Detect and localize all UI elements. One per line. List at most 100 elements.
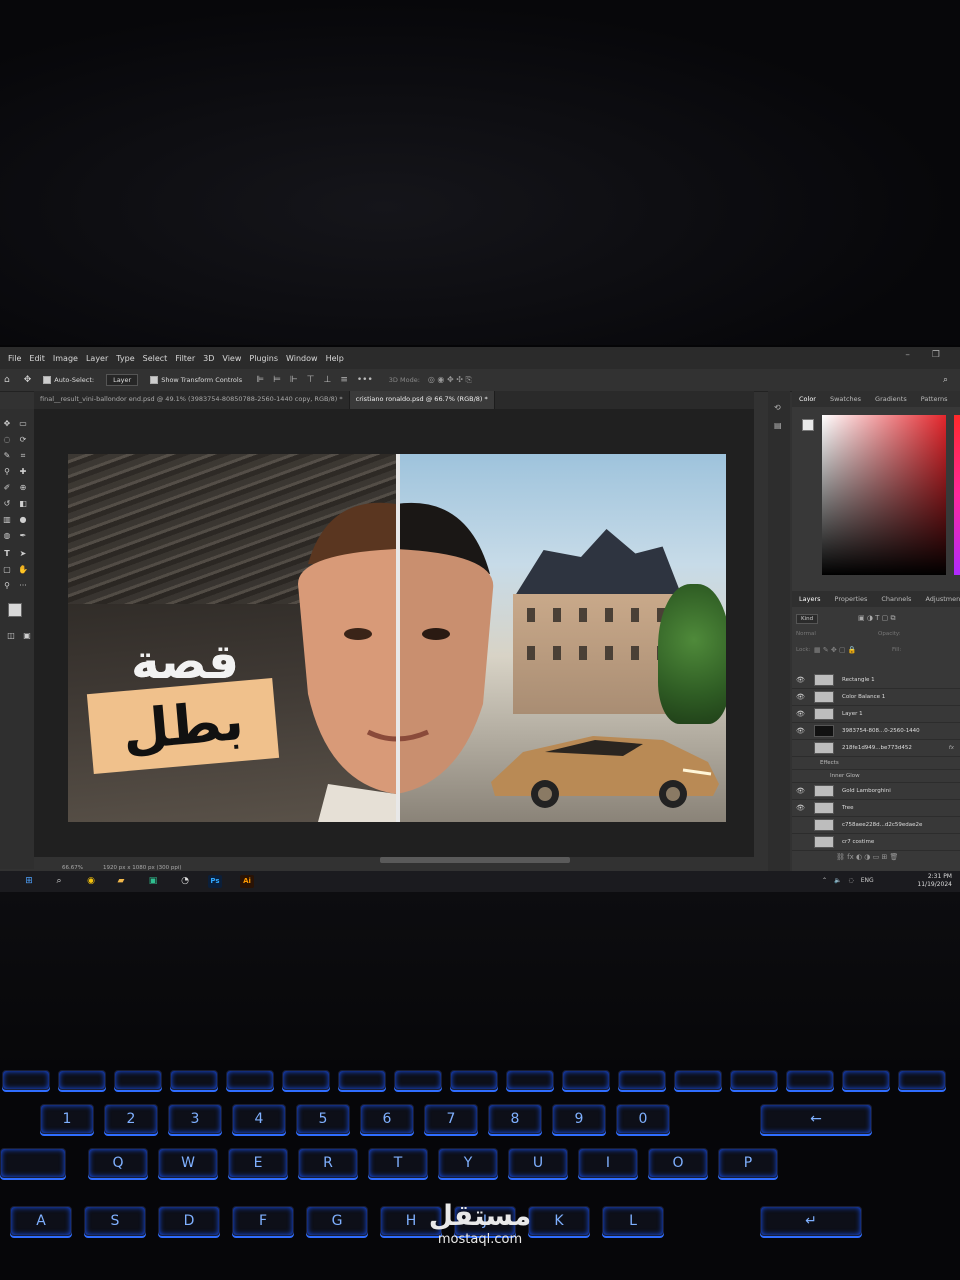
file-explorer-icon[interactable]: ▰ bbox=[114, 875, 128, 888]
key-7[interactable]: 7 bbox=[424, 1104, 478, 1134]
clock[interactable]: 2:31 PM 11/19/2024 bbox=[917, 873, 952, 889]
lock-icons[interactable]: ▦ ✎ ✥ ▢ 🔒 bbox=[814, 646, 857, 654]
language-indicator[interactable]: ENG bbox=[861, 877, 874, 884]
tab-patterns[interactable]: Patterns bbox=[914, 395, 955, 403]
more-tools[interactable]: ··· bbox=[18, 581, 28, 591]
key-e[interactable]: E bbox=[228, 1148, 288, 1178]
show-transform-checkbox[interactable] bbox=[150, 376, 159, 384]
more-options-icon[interactable]: ••• bbox=[357, 375, 373, 385]
key-f[interactable]: F bbox=[232, 1206, 294, 1236]
pen-tool[interactable]: ✒ bbox=[18, 531, 28, 541]
visibility-eye-icon[interactable]: 👁 bbox=[796, 693, 806, 701]
tab-swatches[interactable]: Swatches bbox=[823, 395, 868, 403]
tab-channels[interactable]: Channels bbox=[874, 595, 918, 603]
canvas-area[interactable]: قصة بطل bbox=[34, 409, 754, 857]
key-i[interactable]: I bbox=[578, 1148, 638, 1178]
heal-tool[interactable]: ✚ bbox=[18, 467, 28, 477]
type-tool[interactable]: T bbox=[2, 549, 12, 559]
network-icon[interactable]: ◌ bbox=[849, 877, 854, 884]
menu-filter[interactable]: Filter bbox=[175, 354, 195, 363]
restore-icon[interactable]: ❐ bbox=[932, 350, 940, 360]
key-8[interactable]: 8 bbox=[488, 1104, 542, 1134]
app-icon[interactable]: ▣ bbox=[146, 875, 160, 888]
hue-slider[interactable] bbox=[954, 415, 960, 575]
key-3[interactable]: 3 bbox=[168, 1104, 222, 1134]
eraser-tool[interactable]: ◧ bbox=[18, 499, 28, 509]
key-2[interactable]: 2 bbox=[104, 1104, 158, 1134]
key-o[interactable]: O bbox=[648, 1148, 708, 1178]
menu-select[interactable]: Select bbox=[143, 354, 168, 363]
layer-row[interactable]: 👁 Color Balance 1 bbox=[792, 688, 960, 706]
illustrator-icon[interactable]: Ai bbox=[240, 875, 254, 888]
photoshop-icon[interactable]: Ps bbox=[208, 875, 222, 888]
quick-mask-icon[interactable]: ◫ bbox=[6, 631, 16, 641]
stamp-tool[interactable]: ⊕ bbox=[18, 483, 28, 493]
clock-app-icon[interactable]: ◔ bbox=[178, 875, 192, 888]
layer-row[interactable]: 218fe1d949...be773d452 fx bbox=[792, 739, 960, 757]
dodge-tool[interactable]: ◍ bbox=[2, 531, 12, 541]
zoom-tool[interactable]: ⚲ bbox=[2, 581, 12, 591]
chrome-icon[interactable]: ◉ bbox=[84, 875, 98, 888]
visibility-eye-icon[interactable]: 👁 bbox=[796, 787, 806, 795]
layer-effects-row[interactable]: Effects bbox=[792, 756, 960, 770]
align-middle-icon[interactable]: ⊥ bbox=[323, 375, 331, 385]
key-s[interactable]: S bbox=[84, 1206, 146, 1236]
layers-footer-icons[interactable]: ⛓ fx ◐ ◑ ▭ ⊞ 🗑 bbox=[836, 853, 898, 861]
artboard-tool[interactable]: ▭ bbox=[18, 419, 28, 429]
lasso-tool[interactable]: ⟳ bbox=[18, 435, 28, 445]
layer-row[interactable]: 👁 Tree bbox=[792, 799, 960, 817]
tab-final-result[interactable]: final__result_vini-ballondor end.psd @ 4… bbox=[34, 391, 350, 409]
menu-edit[interactable]: Edit bbox=[29, 354, 45, 363]
key-u[interactable]: U bbox=[508, 1148, 568, 1178]
properties-icon[interactable]: ▤ bbox=[774, 421, 784, 431]
speaker-icon[interactable]: 🔈 bbox=[834, 877, 841, 884]
search-icon[interactable]: ⌕ bbox=[52, 875, 66, 888]
menu-type[interactable]: Type bbox=[116, 354, 134, 363]
menu-3d[interactable]: 3D bbox=[203, 354, 214, 363]
layer-row[interactable]: cr7 costime bbox=[792, 833, 960, 851]
align-right-icon[interactable]: ⊩ bbox=[290, 375, 298, 385]
align-top-icon[interactable]: ⊤ bbox=[307, 375, 315, 385]
layer-effect-inner-glow[interactable]: Inner Glow bbox=[792, 769, 960, 783]
key-r[interactable]: R bbox=[298, 1148, 358, 1178]
path-select-tool[interactable]: ➤ bbox=[18, 549, 28, 559]
tab-adjustments[interactable]: Adjustments bbox=[918, 595, 960, 603]
key-t[interactable]: T bbox=[368, 1148, 428, 1178]
color-picker-field[interactable] bbox=[822, 415, 946, 575]
quick-select-tool[interactable]: ✎ bbox=[2, 451, 12, 461]
tab-layers[interactable]: Layers bbox=[792, 595, 828, 603]
marquee-tool[interactable]: ◌ bbox=[2, 435, 12, 445]
menu-view[interactable]: View bbox=[222, 354, 241, 363]
key-5[interactable]: 5 bbox=[296, 1104, 350, 1134]
tab-color[interactable]: Color bbox=[792, 395, 823, 403]
layer-row[interactable]: 👁 3983754-808...0-2560-1440 bbox=[792, 722, 960, 740]
distribute-icon[interactable]: ≡ bbox=[340, 375, 348, 385]
minimize-icon[interactable]: – bbox=[905, 350, 910, 360]
screen-mode-icon[interactable]: ▣ bbox=[22, 631, 32, 641]
search-icon[interactable]: ⌕ bbox=[943, 375, 948, 385]
hand-tool[interactable]: ✋ bbox=[18, 565, 28, 575]
layer-filter-icons[interactable]: ▣ ◑ T ▢ ⧉ bbox=[858, 614, 896, 623]
key-a[interactable]: A bbox=[10, 1206, 72, 1236]
foreground-color-swatch[interactable] bbox=[8, 603, 22, 617]
key-y[interactable]: Y bbox=[438, 1148, 498, 1178]
move-tool-icon[interactable]: ✥ bbox=[24, 375, 32, 385]
chevron-up-icon[interactable]: ⌃ bbox=[822, 877, 827, 884]
key-9[interactable]: 9 bbox=[552, 1104, 606, 1134]
auto-select-checkbox[interactable] bbox=[43, 376, 52, 384]
document-canvas[interactable]: قصة بطل bbox=[68, 454, 726, 822]
menu-help[interactable]: Help bbox=[326, 354, 344, 363]
key-1[interactable]: 1 bbox=[40, 1104, 94, 1134]
layer-filter-kind[interactable]: Kind bbox=[796, 614, 819, 624]
menu-window[interactable]: Window bbox=[286, 354, 318, 363]
key-g[interactable]: G bbox=[306, 1206, 368, 1236]
layer-row[interactable]: 👁 Rectangle 1 bbox=[792, 671, 960, 689]
key-d[interactable]: D bbox=[158, 1206, 220, 1236]
layer-row[interactable]: 👁 Layer 1 bbox=[792, 705, 960, 723]
menu-plugins[interactable]: Plugins bbox=[249, 354, 278, 363]
key-0[interactable]: 0 bbox=[616, 1104, 670, 1134]
home-icon[interactable]: ⌂ bbox=[4, 375, 10, 385]
key-tab[interactable] bbox=[0, 1148, 66, 1178]
shape-tool[interactable]: ▢ bbox=[2, 565, 12, 575]
key-q[interactable]: Q bbox=[88, 1148, 148, 1178]
